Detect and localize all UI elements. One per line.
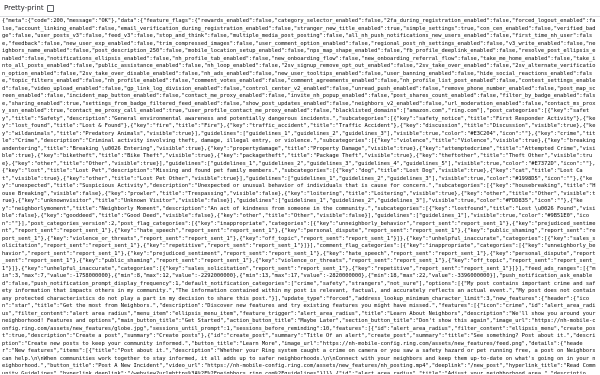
raw-json-text: {"meta":{"code":200,"message":"OK"},"dat…: [2, 18, 596, 374]
pretty-print-label: Pretty-print: [4, 4, 44, 12]
json-response-viewer: Pretty-print {"meta":{"code":200,"messag…: [0, 0, 600, 375]
pretty-print-bar: Pretty-print: [0, 0, 600, 17]
pretty-print-checkbox[interactable]: [46, 4, 54, 12]
